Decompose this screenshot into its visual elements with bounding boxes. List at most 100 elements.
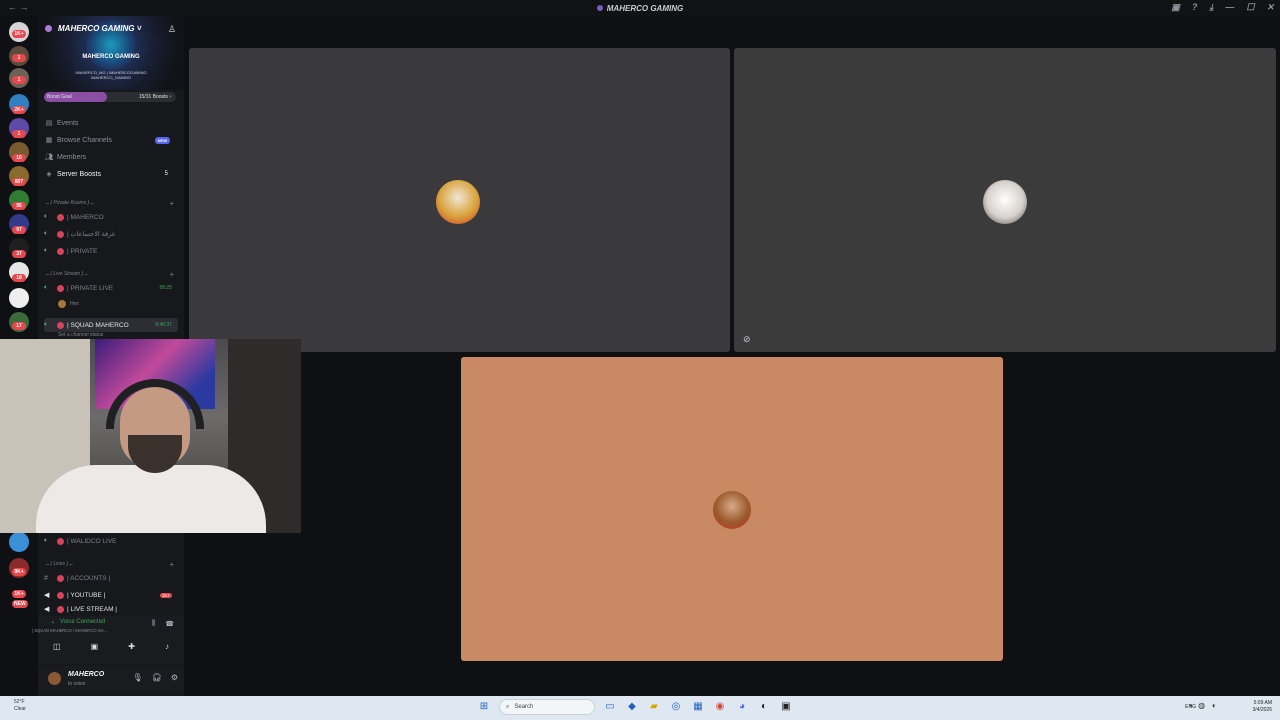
screen-share-icon[interactable]: ▣ xyxy=(91,642,99,651)
voice-channel-private-live[interactable]: 🔈︎ | PRIVATE LIVE 58:25 xyxy=(44,281,178,295)
soundboard-icon[interactable]: ♪ xyxy=(165,642,169,651)
voice-channel-private[interactable]: 🔈︎ | PRIVATE xyxy=(44,244,178,258)
mic-icon[interactable]: 🎙︎ xyxy=(133,673,143,682)
channel-timer: 58:25 xyxy=(159,285,172,291)
taskbar-apps: ⊞ ⌕ Search ▭ ◆ ▰ ◎ ▦ ◉ ◕ ◐ ▣ xyxy=(477,699,793,715)
participant-tile[interactable]: ⊘ xyxy=(734,48,1276,352)
rail-badge: 1 xyxy=(12,76,26,84)
rail-badge: 17 xyxy=(12,322,26,330)
window-controls: ▣ ? ⤓ — ☐ ✕ xyxy=(1171,2,1274,13)
status-dot-icon xyxy=(57,537,64,545)
windows-start-icon[interactable]: ⊞ xyxy=(477,700,491,714)
voice-connection-panel: ◔ Voice Connected | SQUAD MAHERCO / MAHE… xyxy=(32,616,184,664)
network-icon[interactable]: ◍ xyxy=(1198,701,1205,710)
category-lives[interactable]: ــ ( Lives ) ــ + xyxy=(46,559,176,569)
minimize-button[interactable]: — xyxy=(1225,2,1234,13)
server-handles: /MAHERCO_MG | /MAHERCOGAMING /MAHERCO_GA… xyxy=(75,70,147,80)
obs-icon[interactable]: ▣ xyxy=(779,700,793,714)
close-button[interactable]: ✕ xyxy=(1266,2,1274,13)
avatar[interactable] xyxy=(48,672,61,685)
status-dot-icon xyxy=(57,591,64,599)
voice-location[interactable]: | SQUAD MAHERCO / MAHERCO GA... xyxy=(30,628,130,633)
text-channel-accounts[interactable]: # | ACCOUNTS | xyxy=(44,571,178,585)
server-icon[interactable] xyxy=(9,532,29,552)
maximize-button[interactable]: ☐ xyxy=(1246,2,1254,13)
invite-icon[interactable]: ♙ xyxy=(168,24,176,35)
chrome-icon[interactable]: ◉ xyxy=(713,700,727,714)
voice-channel-meetings[interactable]: 🔈︎ | غرفة الاجتماعات xyxy=(44,227,178,241)
camera-icon[interactable]: ◫ xyxy=(53,642,61,651)
voice-actions: ⫼ ☎ xyxy=(152,620,174,628)
voice-channel-maherco[interactable]: 🔈︎ | MAHERCO xyxy=(44,210,178,224)
voice-status[interactable]: Voice Connected xyxy=(60,619,105,625)
noise-suppression-icon[interactable]: ⫼ xyxy=(152,620,155,628)
new-badge: NEW xyxy=(154,136,170,144)
store-icon[interactable]: ▦ xyxy=(691,700,705,714)
discord-icon[interactable]: ◕ xyxy=(735,700,749,714)
boost-gem-icon: ◈ xyxy=(46,171,52,178)
add-channel-icon[interactable]: + xyxy=(169,560,174,569)
edge-icon[interactable]: ◎ xyxy=(669,700,683,714)
participant-tile[interactable] xyxy=(189,48,730,352)
voice-channel-walidco-live[interactable]: 🔈︎ | WALIDCO LIVE xyxy=(44,534,178,548)
inbox-icon[interactable]: ▣ xyxy=(1171,2,1180,13)
avatar xyxy=(983,180,1027,224)
hash-icon: # xyxy=(44,574,48,582)
signal-icon[interactable]: ◔ xyxy=(50,620,54,627)
server-logo-text: MAHERCO GAMING xyxy=(82,54,140,60)
voice-member[interactable]: Hex xyxy=(58,300,79,308)
category-live-stream[interactable]: ــ ( Live Stream ) ــ + xyxy=(46,269,176,279)
settings-gear-icon[interactable]: ⚙ xyxy=(171,673,178,682)
announcement-channel-youtube[interactable]: ◀ | YOUTUBE | 1K+ xyxy=(44,588,178,602)
status-dot-icon xyxy=(57,574,64,582)
category-private-rooms[interactable]: ــ ( Private Rooms ) ــ + xyxy=(46,198,176,208)
server-icon[interactable] xyxy=(9,288,29,308)
rail-badge: 97 xyxy=(12,226,26,234)
channel-status[interactable]: Set a channel status xyxy=(58,332,103,338)
add-channel-icon[interactable]: + xyxy=(169,199,174,208)
clock[interactable]: 5:09 AM 3/4/2026 xyxy=(1253,700,1272,714)
steam-icon[interactable]: ◐ xyxy=(757,700,771,714)
taskbar: 52°F Clear ⊞ ⌕ Search ▭ ◆ ▰ ◎ ▦ ◉ ◕ ◐ ▣ … xyxy=(0,696,1280,720)
rail-badge: 37 xyxy=(12,250,26,258)
category-label: ــ ( Live Stream ) ــ xyxy=(46,271,88,277)
speaker-icon: 🔈︎ xyxy=(44,230,49,237)
activities-icon[interactable]: ✚ xyxy=(128,642,135,651)
server-banner[interactable]: MAHERCO GAMING ˅ ♙ MAHERCO GAMING /MAHER… xyxy=(38,16,184,90)
server-dot-icon xyxy=(596,5,603,11)
server-name[interactable]: MAHERCO GAMING ˅ xyxy=(58,24,141,33)
rail-badge: 9K+ xyxy=(12,568,26,576)
rail-badge: 1 xyxy=(12,54,26,62)
help-icon[interactable]: ? xyxy=(1192,2,1198,13)
search-box[interactable]: ⌕ Search xyxy=(499,699,595,715)
voice-channel-squad-maherco[interactable]: 🔈︎ | SQUAD MAHERCO 8:46:37 xyxy=(44,318,178,332)
headphones-icon[interactable]: 🎧︎ xyxy=(152,673,162,682)
announcement-channel-live-stream[interactable]: ◀ | LIVE STREAM | xyxy=(44,605,178,613)
boost-count: 15/31 Boosts › xyxy=(138,94,171,100)
webcam-person-shirt xyxy=(36,465,266,533)
members-item[interactable]: 👥︎ Members xyxy=(44,150,176,164)
download-icon[interactable]: ⤓ xyxy=(1209,2,1213,13)
speaker-icon: 🔈︎ xyxy=(44,537,49,544)
server-boosts-item[interactable]: ◈ Server Boosts 5 xyxy=(44,167,176,181)
nvidia-icon[interactable]: ▪ xyxy=(1189,701,1192,710)
speaker-icon: 🔈︎ xyxy=(44,247,49,254)
add-channel-icon[interactable]: + xyxy=(169,270,174,279)
disconnect-icon[interactable]: ☎ xyxy=(165,620,174,628)
browse-channels-item[interactable]: ▦ Browse Channels NEW xyxy=(44,133,176,147)
weather-widget[interactable]: 52°F Clear xyxy=(14,699,26,713)
task-view-icon[interactable]: ▭ xyxy=(603,700,617,714)
user-panel: MAHERCO In voice 🎙︎ 🎧︎ ⚙ xyxy=(38,666,184,694)
events-item[interactable]: ▤ Events xyxy=(44,116,176,130)
back-forward-icon[interactable]: ← → xyxy=(8,2,29,12)
file-explorer-icon[interactable]: ▰ xyxy=(647,700,661,714)
volume-icon[interactable]: ◖ xyxy=(1211,701,1216,710)
participant-tile[interactable] xyxy=(461,357,1003,661)
title-bar: ← → MAHERCO GAMING ▣ ? ⤓ — ☐ ✕ xyxy=(0,0,1280,16)
username[interactable]: MAHERCO xyxy=(68,671,104,678)
rail-badge: 807 xyxy=(12,178,26,186)
server-boost-icon xyxy=(45,25,52,32)
channel-timer: 8:46:37 xyxy=(155,322,172,328)
copilot-icon[interactable]: ◆ xyxy=(625,700,639,714)
boost-goal-bar[interactable]: Boost Goal 15/31 Boosts › xyxy=(44,92,176,102)
